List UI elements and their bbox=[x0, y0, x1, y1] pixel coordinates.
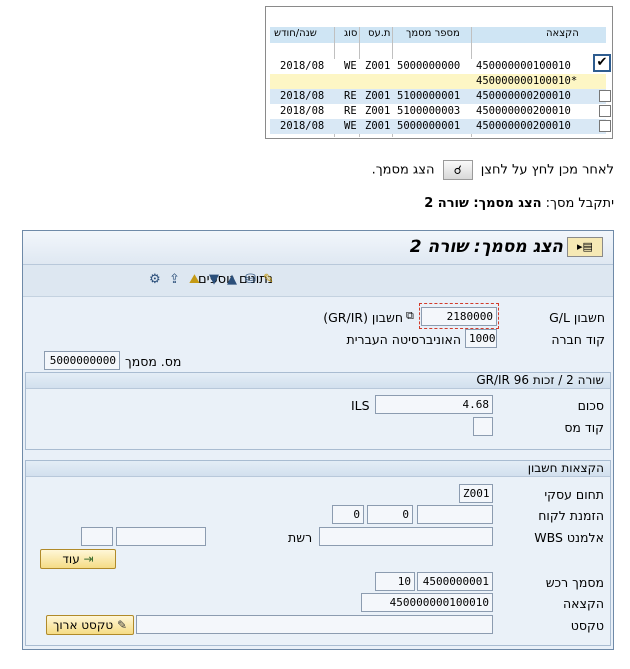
chart-icon[interactable]: ⛰ bbox=[189, 272, 200, 287]
line-panel: שורה 2 / זכות 96 GR/IR סכום 4.68 ILS קוד… bbox=[25, 372, 611, 450]
grid-header: שנה/חודש סוג ת.עס מספר מסמך הקצאה bbox=[270, 27, 606, 43]
long-text-button[interactable]: ✎ טקסט ארוך bbox=[46, 615, 134, 635]
export-icon[interactable]: ⇪ bbox=[169, 272, 180, 287]
network-activity-field[interactable] bbox=[81, 527, 113, 546]
gl-account-label: חשבון G/L bbox=[549, 310, 605, 325]
table-row[interactable]: 450000000100010* bbox=[270, 74, 606, 89]
table-row[interactable]: 2018/08 WE Z001 5000000000 4500000001000… bbox=[270, 59, 606, 74]
business-area-field[interactable]: Z001 bbox=[459, 484, 493, 503]
instruction-line-2: יתקבל מסך: הצג מסמך: שורה 2 bbox=[424, 196, 614, 211]
tax-code-label: קוד מס bbox=[564, 420, 604, 435]
purchase-order-field[interactable]: 4500000001 bbox=[417, 572, 493, 591]
settings-icon[interactable]: ⚙ bbox=[149, 272, 161, 287]
network-field[interactable] bbox=[116, 527, 206, 546]
table-row[interactable]: 2018/08 RE Z001 5100000001 4500000002000… bbox=[270, 89, 606, 104]
customer-order-label: הזמנת לקוח bbox=[538, 508, 604, 523]
table-row[interactable]: 2018/08 RE Z001 5100000003 4500000002000… bbox=[270, 104, 606, 119]
customer-order-schedule-field[interactable]: 0 bbox=[332, 505, 364, 524]
col-code[interactable]: ת.עס bbox=[368, 28, 391, 39]
assignment-field[interactable]: 450000000100010 bbox=[361, 593, 493, 612]
assignment-label: הקצאה bbox=[563, 596, 604, 611]
wbs-element-field[interactable] bbox=[319, 527, 493, 546]
row-checkbox[interactable] bbox=[599, 120, 611, 132]
currency-label: ILS bbox=[351, 398, 370, 413]
customer-order-field[interactable] bbox=[417, 505, 493, 524]
wbs-element-label: אלמנט WBS bbox=[534, 530, 604, 545]
copy-icon[interactable]: ⧉ bbox=[406, 309, 414, 323]
company-code-desc: האוניברסיטה העברית bbox=[346, 332, 461, 347]
table-row[interactable]: 2018/08 WE Z001 5000000001 4500000002000… bbox=[270, 119, 606, 134]
tax-code-field[interactable] bbox=[473, 417, 493, 436]
text-label: טקסט bbox=[570, 618, 604, 633]
row-checkbox-selected[interactable]: ✔ bbox=[593, 54, 611, 72]
window-title: הצג מסמך: שורה 2 bbox=[409, 237, 563, 257]
amount-label: סכום bbox=[577, 398, 604, 413]
text-field[interactable] bbox=[136, 615, 493, 634]
purchase-order-item-field[interactable]: 10 bbox=[375, 572, 415, 591]
arrow-down-icon[interactable]: ▼ bbox=[209, 272, 219, 287]
company-code-field[interactable]: 1000 bbox=[465, 329, 497, 348]
network-label: רשת bbox=[288, 530, 313, 545]
row-checkbox[interactable] bbox=[599, 105, 611, 117]
col-doc[interactable]: מספר מסמך bbox=[406, 28, 460, 39]
amount-field[interactable]: 4.68 bbox=[375, 395, 493, 414]
document-number-field[interactable]: 5000000000 bbox=[44, 351, 120, 370]
edit-icon[interactable]: ✎ bbox=[263, 272, 274, 287]
customer-order-item-field[interactable]: 0 bbox=[367, 505, 413, 524]
more-button[interactable]: ⇥ עוד bbox=[40, 549, 116, 569]
company-code-label: קוד חברה bbox=[551, 332, 605, 347]
assignment-panel-title: הקצאות חשבון bbox=[26, 461, 610, 477]
col-period[interactable]: שנה/חודש bbox=[274, 28, 317, 39]
business-area-label: תחום עסקי bbox=[544, 487, 604, 502]
sap-window: הצג מסמך: שורה 2 ▸▤ נתונים נוספים ✎ ⛁ ▲ … bbox=[22, 230, 614, 650]
menu-icon[interactable]: ▸▤ bbox=[567, 237, 603, 257]
line-panel-title: שורה 2 / זכות 96 GR/IR bbox=[26, 373, 610, 389]
account-assignment-panel: הקצאות חשבון תחום עסקי Z001 הזמנת לקוח 0… bbox=[25, 460, 611, 646]
print-icon[interactable]: ⛁ bbox=[245, 272, 256, 287]
row-checkbox[interactable] bbox=[599, 90, 611, 102]
col-assignment[interactable]: הקצאה bbox=[546, 28, 579, 39]
document-grid: שנה/חודש סוג ת.עס מספר מסמך הקצאה 2018/0… bbox=[265, 6, 613, 139]
text-edit-icon: ✎ bbox=[116, 618, 128, 632]
display-document-icon: ☌ bbox=[442, 160, 473, 180]
arrow-right-icon: ⇥ bbox=[83, 552, 94, 566]
title-bar: הצג מסמך: שורה 2 ▸▤ bbox=[23, 231, 613, 265]
instruction-line-1: לאחר מכן לחץ על לחצן ☌ הצג מסמך. bbox=[372, 160, 614, 180]
purchase-order-label: מסמך רכש bbox=[545, 575, 604, 590]
document-number-label: מס. מסמך bbox=[125, 354, 182, 369]
arrow-up-icon[interactable]: ▲ bbox=[227, 272, 237, 287]
toolbar: נתונים נוספים ✎ ⛁ ▲ ▼ ⛰ ⇪ ⚙ bbox=[23, 265, 613, 297]
gl-account-desc: חשבון (GR/IR) bbox=[323, 310, 403, 325]
col-type[interactable]: סוג bbox=[344, 28, 357, 39]
